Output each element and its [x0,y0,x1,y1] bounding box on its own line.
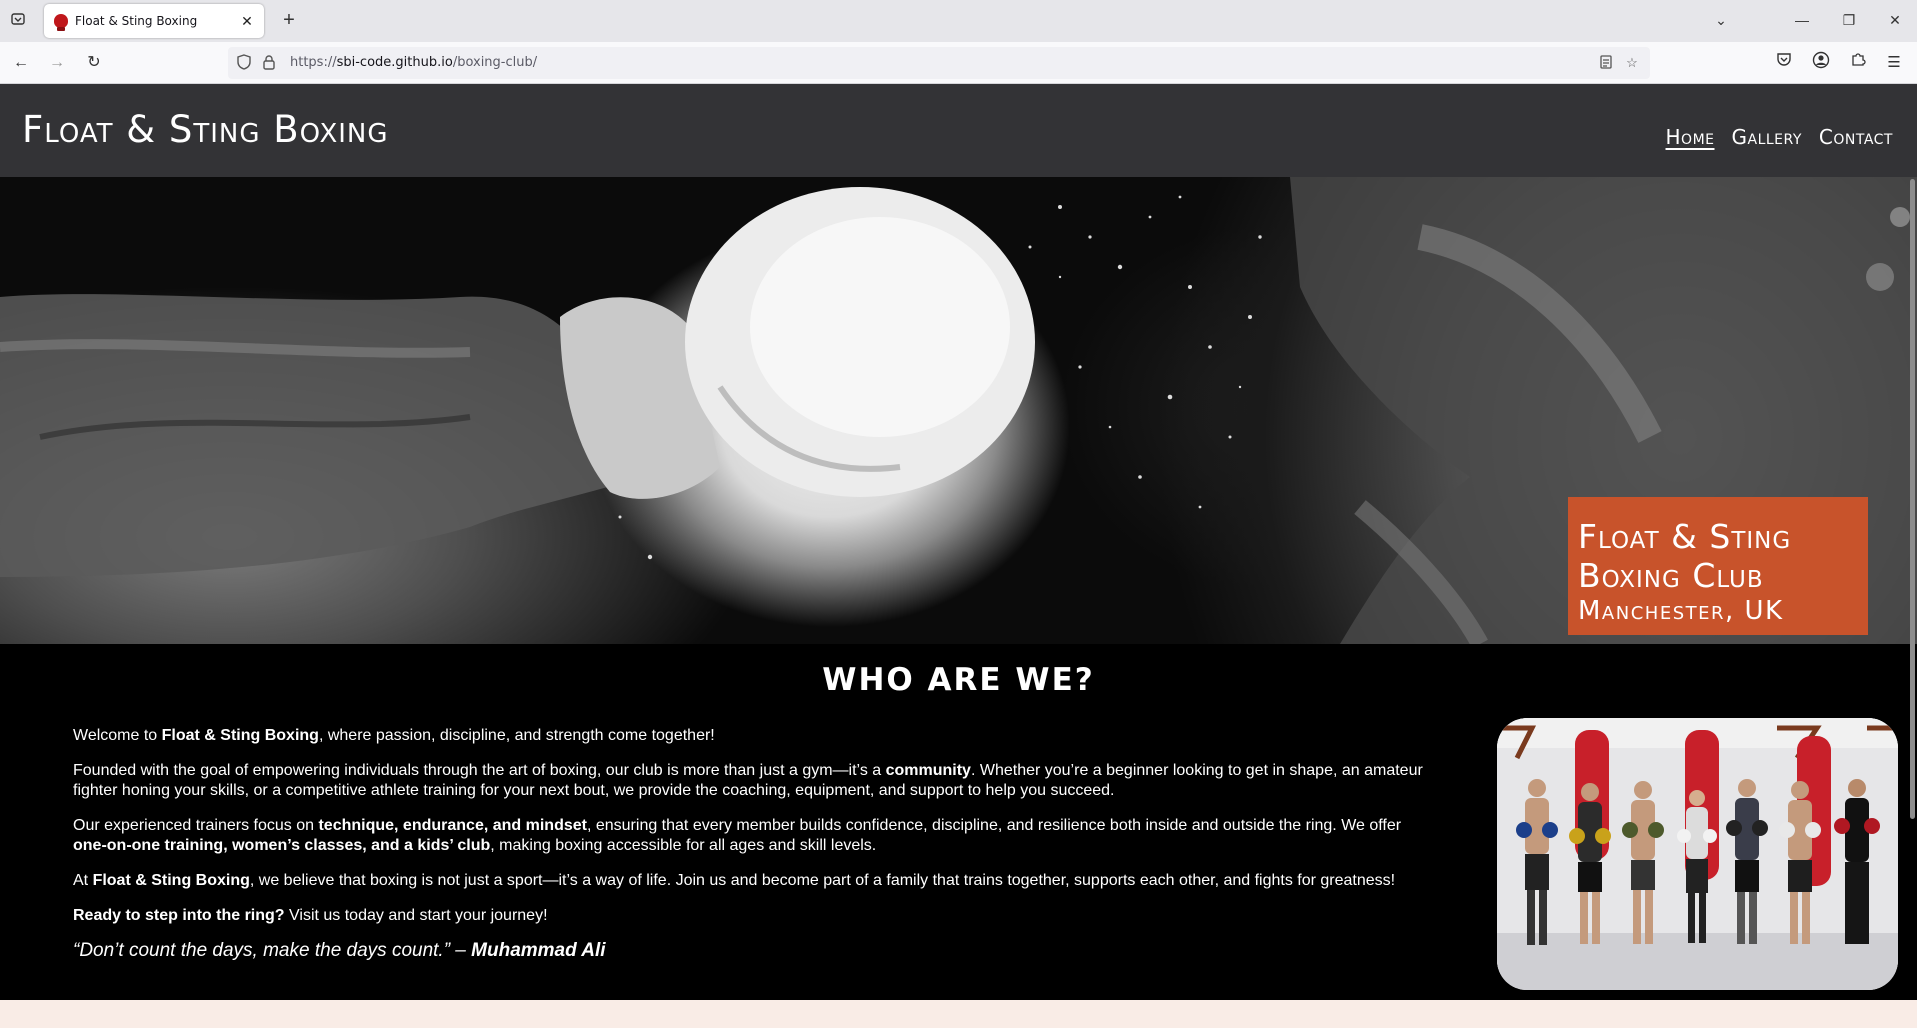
site-header: Float & Sting Boxing Home Gallery Contac… [0,84,1917,177]
web-page: Float & Sting Boxing Home Gallery Contac… [0,84,1917,1028]
scrollbar-thumb[interactable] [1910,179,1915,819]
about-paragraph-4: At Float & Sting Boxing, we believe that… [73,872,1396,889]
site-nav: Home Gallery Contact [1666,125,1893,149]
about-paragraph-1: Welcome to Float & Sting Boxing, where p… [73,727,715,744]
badge-line-1: Float & Sting [1578,517,1792,556]
site-logo[interactable]: Float & Sting Boxing [22,108,389,151]
forward-arrow-icon[interactable]: → [45,51,69,75]
url-bar[interactable]: https://sbi-code.github.io/boxing-club/ … [228,47,1650,79]
page-bottom-strip [0,1000,1917,1028]
chevron-down-icon[interactable]: ⌄ [1706,8,1736,32]
browser-tab-active[interactable]: Float & Sting Boxing ✕ [44,4,264,38]
star-icon[interactable]: ☆ [1623,54,1641,72]
url-text[interactable]: https://sbi-code.github.io/boxing-club/ [290,55,537,70]
puzzle-icon[interactable] [1846,51,1870,75]
badge-line-3: Manchester, UK [1578,596,1784,626]
account-icon[interactable] [1809,51,1833,75]
about-paragraph-2: Founded with the goal of empowering indi… [73,762,1423,799]
close-icon[interactable]: ✕ [238,12,256,30]
pocket-icon[interactable] [1772,51,1796,75]
badge-line-2: Boxing Club [1578,556,1764,595]
restore-button[interactable]: ❐ [1834,8,1864,32]
boxing-glove-icon [54,14,68,31]
nav-link-contact[interactable]: Contact [1819,125,1893,149]
team-photo [1497,718,1898,990]
hamburger-menu-icon[interactable]: ☰ [1882,51,1906,75]
page-scrollbar[interactable] [1907,177,1917,1000]
about-section: WHO ARE WE? Welcome to Float & Sting Box… [0,644,1917,1000]
nav-link-home[interactable]: Home [1666,125,1715,149]
reader-view-icon[interactable] [1597,54,1615,72]
tab-list-icon[interactable] [8,11,28,31]
about-paragraph-3: Our experienced trainers focus on techni… [73,817,1402,854]
about-title: WHO ARE WE? [822,662,1095,698]
lock-icon[interactable] [260,54,278,72]
back-arrow-icon[interactable]: ← [9,51,33,75]
new-tab-button[interactable]: + [278,9,300,31]
about-text: Welcome to Float & Sting Boxing, where p… [73,726,1423,976]
hero-banner: Float & Sting Boxing Club Manchester, UK [0,177,1917,644]
reload-icon[interactable]: ↻ [82,51,106,75]
nav-link-gallery[interactable]: Gallery [1732,125,1802,149]
minimize-button[interactable]: — [1787,8,1817,32]
browser-tab-bar: Float & Sting Boxing ✕ + ⌄ — ❐ ✕ [0,0,1917,42]
about-quote: “Don’t count the days, make the days cou… [73,940,606,961]
tab-title: Float & Sting Boxing [75,14,198,28]
about-paragraph-5: Ready to step into the ring? Visit us to… [73,907,548,924]
browser-nav-bar: ← → ↻ https://sbi-code.github.io/boxing-… [0,42,1917,84]
shield-icon[interactable] [235,54,253,72]
close-window-button[interactable]: ✕ [1880,8,1910,32]
hero-badge: Float & Sting Boxing Club Manchester, UK [1568,497,1868,635]
